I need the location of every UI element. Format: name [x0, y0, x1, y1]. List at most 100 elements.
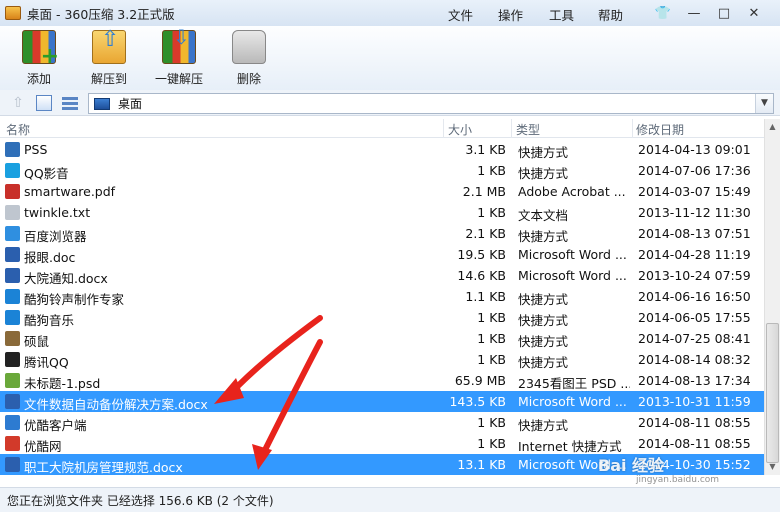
- menu-item-help[interactable]: 帮助: [598, 5, 623, 24]
- column-name[interactable]: 名称: [6, 121, 30, 138]
- vertical-scrollbar[interactable]: ▲ ▼: [764, 119, 780, 475]
- file-row[interactable]: 未标题-1.psd 65.9 MB 2345看图王 PSD ... 2014-08-1…: [0, 370, 764, 391]
- file-size: 13.1 KB: [457, 457, 506, 472]
- scroll-up-button[interactable]: ▲: [765, 119, 780, 135]
- file-size: 1 KB: [477, 415, 506, 430]
- text-file-icon: [5, 205, 20, 220]
- extract-folder-icon: [92, 27, 126, 64]
- file-row[interactable]: 酷狗音乐 1 KB 快捷方式 2014-06-05 17:55: [0, 307, 764, 328]
- file-modified: 2014-06-05 17:55: [638, 310, 751, 325]
- file-name: 优酷客户端: [24, 418, 87, 433]
- column-type[interactable]: 类型: [516, 121, 540, 138]
- file-modified: 2014-08-14 08:32: [638, 352, 751, 367]
- baidu-browser-icon: [5, 226, 20, 241]
- toolbar: 添加 解压到 一键解压 删除: [0, 25, 780, 90]
- file-modified: 2013-10-24 07:59: [638, 268, 751, 283]
- qqplayer-icon: [5, 163, 20, 178]
- file-name: QQ影音: [24, 166, 69, 181]
- file-row[interactable]: twinkle.txt 1 KB 文本文档 2013-11-12 11:30: [0, 202, 764, 223]
- file-type: 文本文档: [518, 208, 569, 223]
- file-row[interactable]: 硕鼠 1 KB 快捷方式 2014-07-25 08:41: [0, 328, 764, 349]
- file-type: 快捷方式: [518, 145, 569, 160]
- file-row[interactable]: 大院通知.docx 14.6 KB Microsoft Word ... 2013-1…: [0, 265, 764, 286]
- one-click-extract-button[interactable]: 一键解压: [144, 25, 214, 87]
- column-header: 名称 大小 类型 修改日期: [0, 119, 764, 138]
- file-row[interactable]: 百度浏览器 2.1 KB 快捷方式 2014-08-13 07:51: [0, 223, 764, 244]
- column-size[interactable]: 大小: [448, 121, 472, 138]
- path-dropdown-button[interactable]: ▼: [755, 94, 773, 113]
- file-row[interactable]: 报眼.doc 19.5 KB Microsoft Word ... 2014-04-2…: [0, 244, 764, 265]
- kugou-icon: [5, 310, 20, 325]
- desktop-icon: [94, 97, 110, 110]
- word-doc-icon: [5, 247, 20, 262]
- menu-item-tools[interactable]: 工具: [549, 5, 574, 24]
- file-size: 19.5 KB: [457, 247, 506, 262]
- file-name: 大院通知.docx: [24, 271, 108, 286]
- file-name: twinkle.txt: [24, 205, 91, 220]
- file-modified: 2014-06-16 16:50: [638, 289, 751, 304]
- file-row[interactable]: 腾讯QQ 1 KB 快捷方式 2014-08-14 08:32: [0, 349, 764, 370]
- file-type: 快捷方式: [518, 418, 569, 433]
- file-row[interactable]: QQ影音 1 KB 快捷方式 2014-07-06 17:36: [0, 160, 764, 181]
- qq-icon: [5, 352, 20, 367]
- file-row[interactable]: smartware.pdf 2.1 MB Adobe Acrobat ... 2014…: [0, 181, 764, 202]
- menu-item-file[interactable]: 文件: [448, 5, 473, 24]
- file-name: 百度浏览器: [24, 229, 87, 244]
- file-name: 酷狗音乐: [24, 313, 75, 328]
- file-row[interactable]: 文件数据自动备份解决方案.docx 143.5 KB Microsoft Word …: [0, 391, 764, 412]
- scroll-thumb[interactable]: [766, 323, 779, 463]
- extract-to-button[interactable]: 解压到: [74, 27, 144, 87]
- pss-icon: [5, 142, 20, 157]
- file-size: 3.1 KB: [465, 142, 506, 157]
- file-name: 文件数据自动备份解决方案.docx: [24, 397, 208, 412]
- delete-button[interactable]: 删除: [214, 30, 284, 87]
- word-doc-icon: [5, 268, 20, 283]
- file-type: 2345看图王 PSD ...: [518, 376, 630, 391]
- file-name: 职工大院机房管理规范.docx: [24, 460, 183, 475]
- file-modified: 2014-08-13 17:34: [638, 373, 751, 388]
- youku-client-icon: [5, 415, 20, 430]
- maximize-button[interactable]: □: [714, 4, 734, 22]
- baidu-watermark-url: jingyan.baidu.com: [636, 475, 720, 485]
- file-modified: 2014-03-07 15:49: [638, 184, 751, 199]
- close-button[interactable]: ✕: [744, 4, 764, 22]
- file-modified: 2014-08-11 08:55: [638, 436, 751, 451]
- menu-item-operation[interactable]: 操作: [498, 5, 523, 24]
- file-name: 优酷网: [24, 439, 62, 454]
- file-size: 2.1 KB: [465, 226, 506, 241]
- file-size: 1 KB: [477, 331, 506, 346]
- path-field[interactable]: 桌面 ▼: [88, 93, 774, 114]
- add-button[interactable]: 添加: [4, 30, 74, 87]
- file-name: smartware.pdf: [24, 184, 116, 199]
- scroll-down-button[interactable]: ▼: [765, 459, 780, 475]
- file-row[interactable]: 酷狗铃声制作专家 1.1 KB 快捷方式 2014-06-16 16:50: [0, 286, 764, 307]
- file-modified: 2014-08-11 08:55: [638, 415, 751, 430]
- file-row[interactable]: PSS 3.1 KB 快捷方式 2014-04-13 09:01: [0, 139, 764, 160]
- file-type: 快捷方式: [518, 292, 569, 307]
- file-size: 1 KB: [477, 205, 506, 220]
- file-name: 硕鼠: [24, 334, 50, 349]
- file-size: 2.1 MB: [462, 184, 506, 199]
- file-type: 快捷方式: [518, 313, 569, 328]
- file-size: 143.5 KB: [449, 394, 506, 409]
- file-type: 快捷方式: [518, 229, 569, 244]
- current-path: 桌面: [118, 97, 143, 111]
- up-folder-icon[interactable]: ⇧: [10, 95, 26, 111]
- file-name: 腾讯QQ: [24, 355, 69, 370]
- archive-app-icon: [5, 6, 21, 20]
- thumbnail-view-icon[interactable]: [36, 95, 52, 111]
- add-archive-icon: [22, 30, 59, 69]
- status-bar: 您正在浏览文件夹 已经选择 156.6 KB (2 个文件): [0, 487, 780, 512]
- list-view-icon[interactable]: [62, 95, 78, 111]
- file-row[interactable]: 优酷网 1 KB Internet 快捷方式 2014-08-11 08:55: [0, 433, 764, 454]
- column-modified[interactable]: 修改日期: [636, 121, 684, 138]
- file-row[interactable]: 优酷客户端 1 KB 快捷方式 2014-08-11 08:55: [0, 412, 764, 433]
- skin-icon[interactable]: 👕: [653, 4, 673, 22]
- file-modified: 2014-04-13 09:01: [638, 142, 751, 157]
- file-modified: 2014-07-25 08:41: [638, 331, 751, 346]
- file-type: Microsoft Word ...: [518, 247, 627, 262]
- baidu-watermark: Bai 经验: [598, 456, 665, 475]
- file-size: 1 KB: [477, 352, 506, 367]
- minimize-button[interactable]: —: [684, 4, 704, 22]
- file-modified: 2013-11-12 11:30: [638, 205, 751, 220]
